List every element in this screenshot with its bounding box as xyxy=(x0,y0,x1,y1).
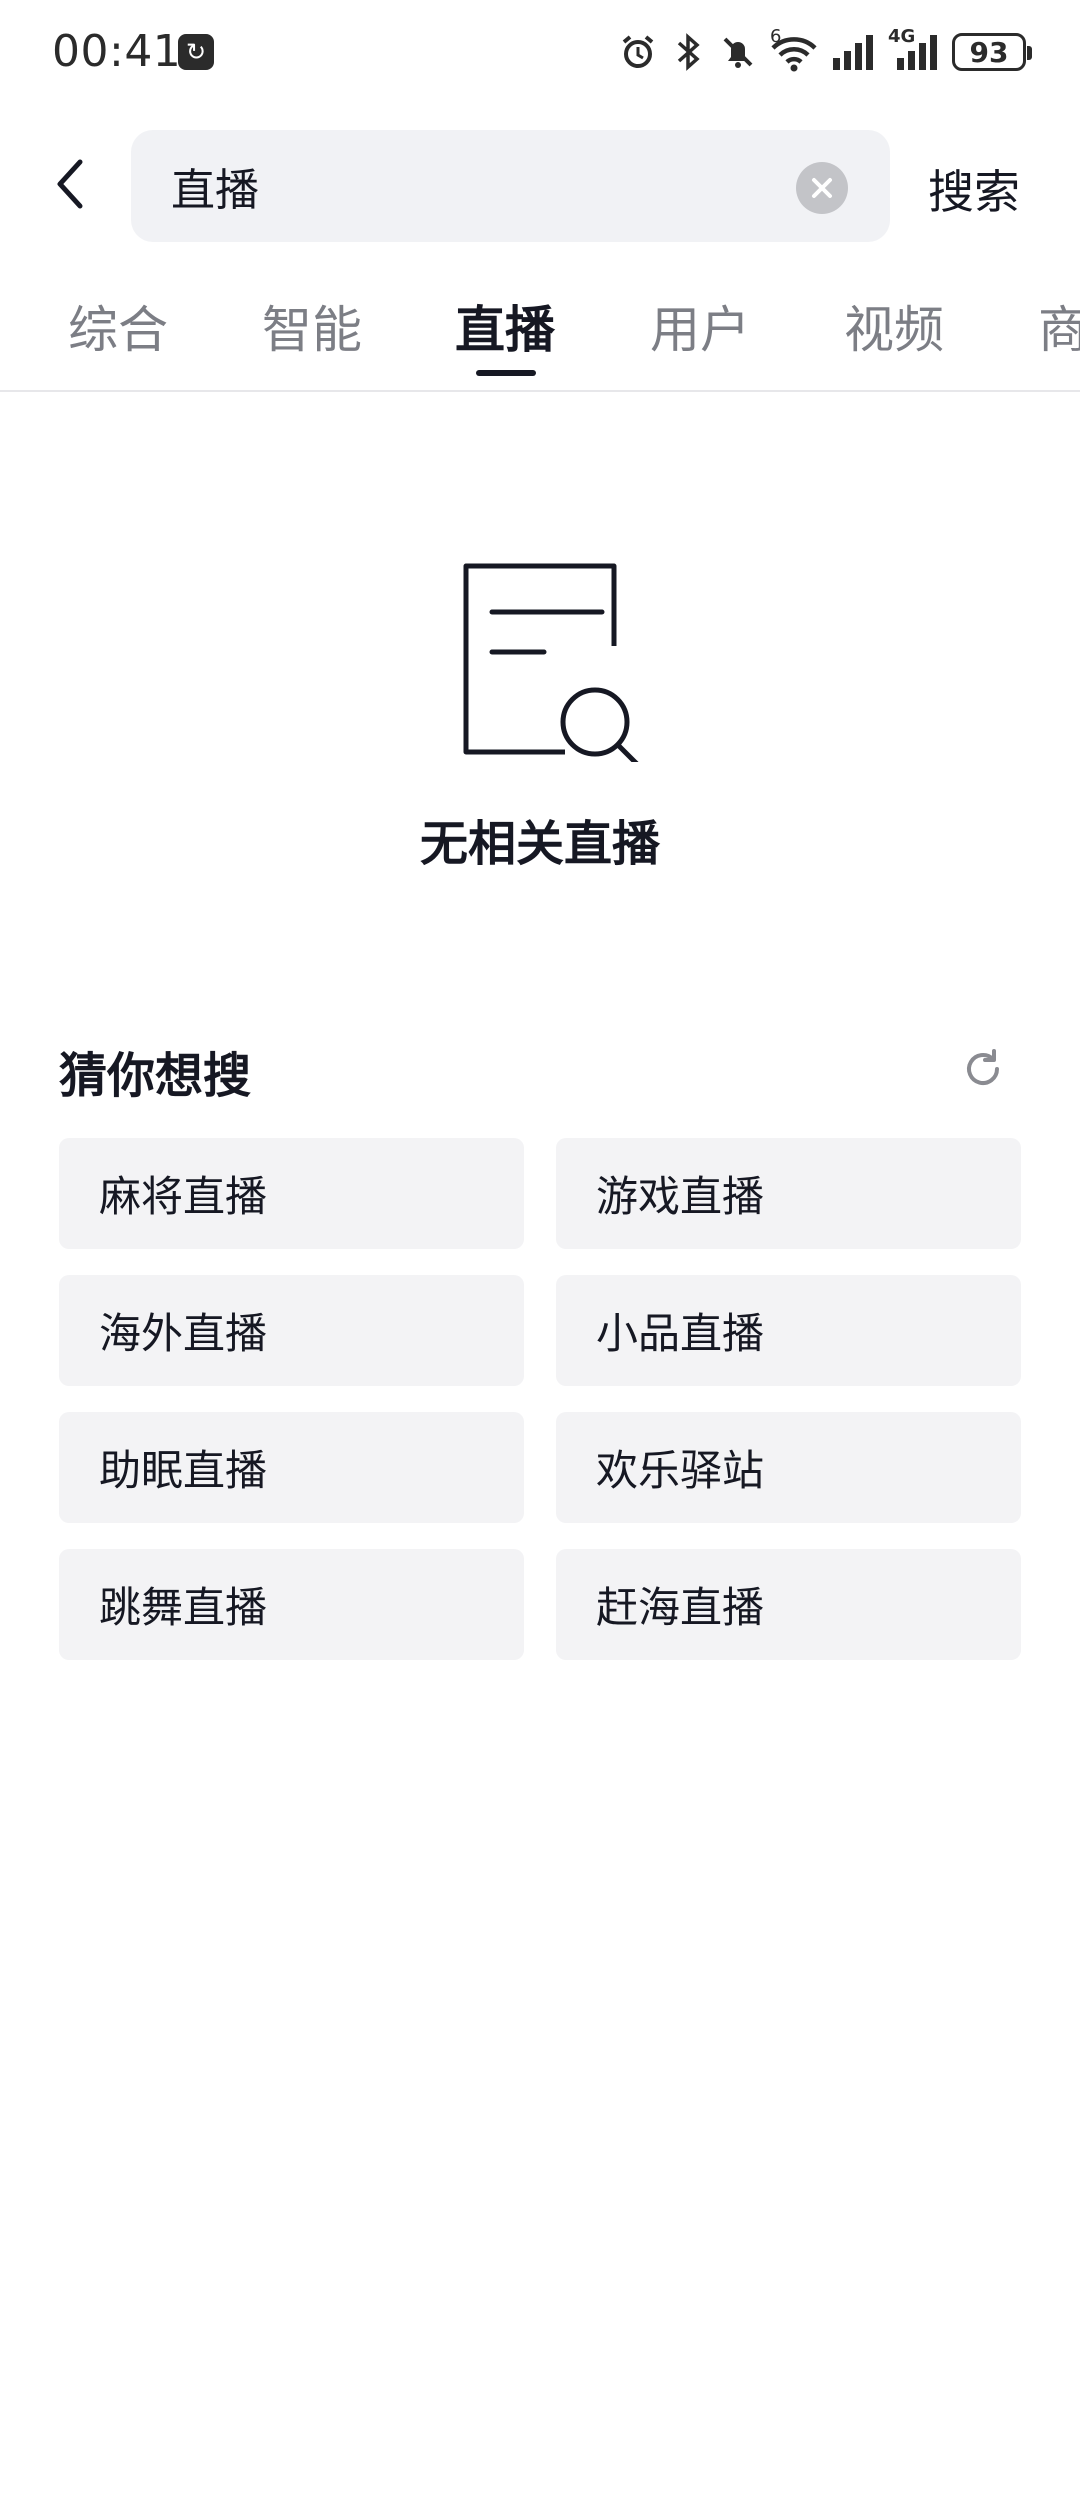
sync-app-icon: ↻ xyxy=(178,34,214,70)
close-icon xyxy=(812,178,832,198)
suggestion-item[interactable]: 游戏直播 xyxy=(556,1138,1021,1249)
suggestion-item[interactable]: 赶海直播 xyxy=(556,1549,1021,1660)
status-time: 00:41 xyxy=(52,26,182,77)
status-icons: 6 4G 93 xyxy=(618,26,1032,78)
clear-search-button[interactable] xyxy=(796,162,848,214)
suggestion-item[interactable]: 跳舞直播 xyxy=(59,1549,524,1660)
suggestion-item[interactable]: 助眠直播 xyxy=(59,1412,524,1523)
bluetooth-icon xyxy=(668,32,708,72)
alarm-icon xyxy=(618,32,658,72)
empty-state-message: 无相关直播 xyxy=(419,816,660,872)
search-button[interactable]: 搜索 xyxy=(928,156,1020,222)
battery-level: 93 xyxy=(969,35,1009,69)
tab-live[interactable]: 直播 xyxy=(455,290,555,362)
signal-4g-icon: 4G xyxy=(888,26,942,72)
mute-bell-icon xyxy=(718,32,758,72)
suggestions-title: 猜你想搜 xyxy=(59,1048,252,1104)
tab-comprehensive[interactable]: 综合 xyxy=(68,290,168,362)
suggestion-item[interactable]: 麻将直播 xyxy=(59,1138,524,1249)
signal-icon xyxy=(830,32,878,72)
search-input[interactable] xyxy=(171,130,771,242)
battery-indicator: 93 xyxy=(952,33,1032,71)
wifi-label: 6 xyxy=(770,26,782,47)
suggestion-item[interactable]: 小品直播 xyxy=(556,1275,1021,1386)
tab-bar: 综合 智能 直播 用户 视频 商 xyxy=(0,280,1080,392)
active-tab-indicator xyxy=(476,370,536,376)
document-search-icon xyxy=(463,563,639,762)
cellular-label: 4G xyxy=(888,26,916,47)
suggestion-item[interactable]: 欢乐驿站 xyxy=(556,1412,1021,1523)
refresh-suggestions-button[interactable] xyxy=(958,1044,1008,1094)
refresh-icon xyxy=(967,1049,999,1085)
search-header: 搜索 xyxy=(0,128,1080,244)
search-box xyxy=(131,130,890,242)
wifi-6-icon: 6 xyxy=(768,26,820,72)
tab-smart[interactable]: 智能 xyxy=(262,290,362,362)
tab-users[interactable]: 用户 xyxy=(650,290,750,362)
suggestion-item[interactable]: 海外直播 xyxy=(59,1275,524,1386)
suggestions-grid: 麻将直播 游戏直播 海外直播 小品直播 助眠直播 欢乐驿站 跳舞直播 赶海直播 xyxy=(59,1138,1021,1660)
back-button[interactable] xyxy=(40,152,100,216)
chevron-left-icon xyxy=(57,159,83,209)
status-bar: 00:41 ↻ 6 4G 93 xyxy=(0,0,1080,110)
tab-shop[interactable]: 商 xyxy=(1038,290,1080,362)
tab-videos[interactable]: 视频 xyxy=(844,290,944,362)
